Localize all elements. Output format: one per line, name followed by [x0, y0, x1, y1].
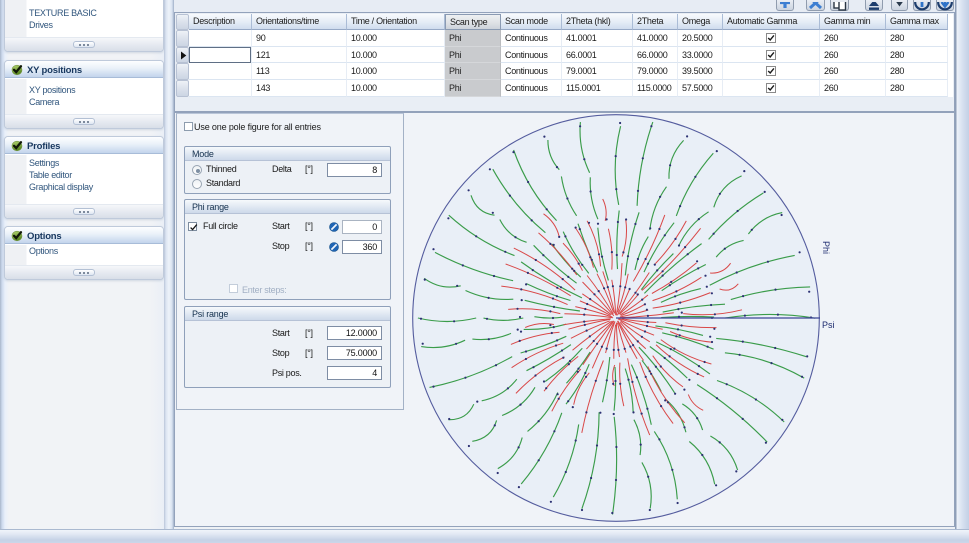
svg-text:Phi: Phi — [821, 241, 831, 254]
svg-text:Psi: Psi — [822, 320, 835, 330]
